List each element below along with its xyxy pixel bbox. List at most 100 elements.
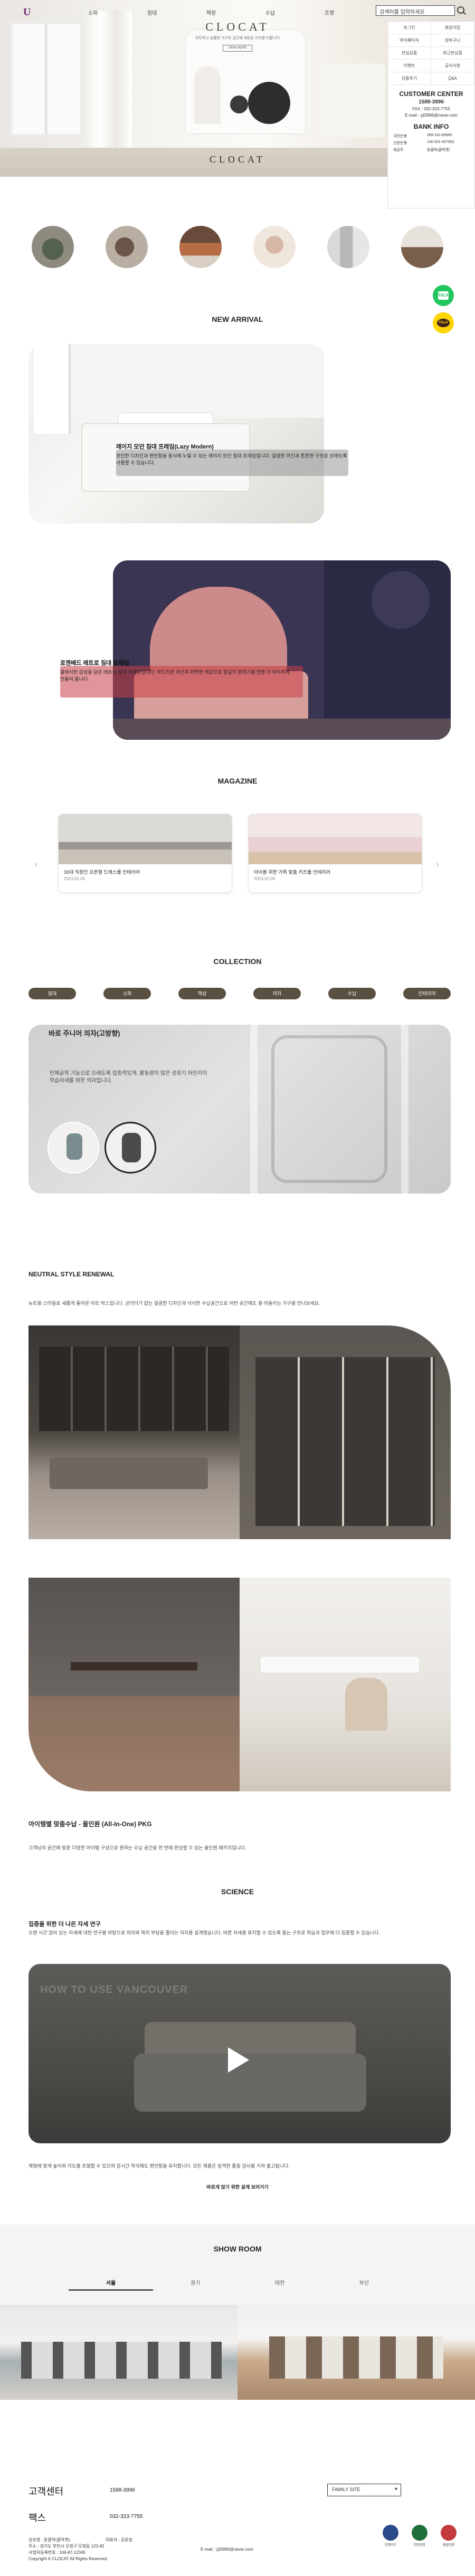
footer-address: 주소 : 경기도 부천시 오정구 오정동 123-45 <box>28 2544 104 2549</box>
quick-menu-item[interactable]: Q&A <box>431 72 474 85</box>
search-icon[interactable] <box>457 6 464 14</box>
collection-tab[interactable]: 소파 <box>103 988 151 999</box>
family-site-select[interactable]: FAMILY SITE <box>327 2484 401 2496</box>
category-circle-bed[interactable] <box>179 226 222 268</box>
science-title: SCIENCE <box>221 1887 254 1896</box>
nav-item[interactable]: 침대 <box>122 8 182 16</box>
collection-thumbnail[interactable] <box>48 1122 99 1173</box>
showroom-image <box>0 2305 238 2400</box>
category-circle-storage[interactable] <box>327 226 369 268</box>
collection-tabs: 침대 소파 책상 의자 수납 인테리어 <box>28 988 451 999</box>
category-circle-sofa[interactable] <box>32 226 74 268</box>
magazine-card-date: 2023.02.09 <box>64 876 86 881</box>
science-desc: 오랜 시간 앉아 있는 자세에 대한 연구를 바탕으로 허리와 목의 부담을 줄… <box>28 1930 381 1935</box>
collection-tab[interactable]: 책상 <box>178 988 226 999</box>
showroom-title: SHOW ROOM <box>213 2245 262 2253</box>
showroom-tab[interactable]: 경기 <box>153 2278 238 2291</box>
showroom-tab[interactable]: 대전 <box>238 2278 322 2291</box>
quick-menu-item[interactable]: 상품후기 <box>388 72 431 85</box>
talk-chat-button[interactable]: TALK <box>433 285 454 306</box>
side-quick-panel: 로그인 회원가입 마이페이지 장바구니 관심상품 최근본상품 이벤트 공지사항 … <box>387 21 475 208</box>
quick-menu-item[interactable]: 장바구니 <box>431 34 474 47</box>
science-link[interactable]: 바르게 앉기 위한 설계 보러가기 <box>0 2183 475 2190</box>
footer-customer-phone: 1588-3996 <box>110 2487 135 2493</box>
collection-panel-title: 바로 주니어 의자(고방향) <box>49 1029 120 1037</box>
new-arrival-card[interactable] <box>113 560 451 740</box>
footer-fax-label: 팩스 <box>28 2513 46 2523</box>
neutral-style-desc: 뉴트럴 스타일로 새롭게 돌아온 아트 박스입니다. 군더더기 없는 깔끔한 디… <box>28 1301 320 1306</box>
site-logo[interactable]: U <box>23 6 36 18</box>
magazine-card[interactable]: 아이를 위한 가족 맞춤 키즈룸 인테리어 2023.02.09 <box>248 814 422 893</box>
showroom-image <box>238 2305 475 2400</box>
talk-icon: TALK <box>438 291 449 300</box>
magazine-next-arrow[interactable]: › <box>436 859 439 870</box>
category-circle-lamp[interactable] <box>253 226 296 268</box>
magazine-card-title: 30대 직장인 오픈형 드레스룸 인테리어 <box>64 870 140 875</box>
new-arrival-title: NEW ARRIVAL <box>212 315 263 323</box>
category-circle-chair[interactable] <box>106 226 148 268</box>
arrival-title: 레이지 모던 침대 프레임(Lazy Modern) <box>116 444 214 450</box>
collection-panel-desc: 인체공학 기능으로 오래도록 집중력있게, 활동량이 많은 성장기 어린이의 학… <box>50 1071 207 1084</box>
search-input[interactable]: 검색어를 입력하세요 <box>376 5 455 16</box>
bank-row: 예금주 윤클락(클락캣) <box>393 148 450 152</box>
customer-center-title: CUSTOMER CENTER <box>399 90 463 98</box>
arrival-desc: 클래식한 감성을 담은 레트로 침대 프레임입니다. 부드러운 곡선과 따뜻한 … <box>60 670 290 682</box>
quick-menu-item[interactable]: 관심상품 <box>388 47 431 60</box>
cert-label: 인증마크 <box>384 2544 397 2547</box>
showroom-tab[interactable]: 서울 <box>69 2278 153 2291</box>
collection-tab[interactable]: 인테리어 <box>403 988 451 999</box>
cert-label: 품질인증 <box>442 2544 455 2547</box>
neutral-style-title: NEUTRAL STYLE RENEWAL <box>28 1271 115 1278</box>
science-video[interactable]: HOW TO USE VANCOUVER <box>28 1964 451 2143</box>
cert-badge-icon <box>383 2525 398 2541</box>
footer-biz-number: 사업자등록번호 : 106-87-12345 <box>28 2550 86 2555</box>
quick-menu-item[interactable]: 이벤트 <box>388 60 431 72</box>
nav-item[interactable]: 조명 <box>300 8 359 16</box>
play-icon[interactable] <box>228 2047 249 2073</box>
collection-panel: 바로 주니어 의자(고방향) 인체공학 기능으로 오래도록 집중력있게, 활동량… <box>28 1025 451 1194</box>
package-image <box>28 1578 240 1791</box>
quick-menu-item[interactable]: 최근본상품 <box>431 47 474 60</box>
magazine-prev-arrow[interactable]: ‹ <box>35 859 38 870</box>
nav-item[interactable]: 책장 <box>182 8 241 16</box>
package-image <box>240 1578 451 1791</box>
magazine-image <box>249 814 422 864</box>
magazine-card-title: 아이를 위한 가족 맞춤 키즈룸 인테리어 <box>254 870 330 875</box>
nav-item[interactable]: 소파 <box>63 8 122 16</box>
footer-email: E-mail : yjl3996@naver.com <box>201 2547 253 2552</box>
category-circle-interior[interactable] <box>401 226 443 268</box>
showroom-tab[interactable]: 부산 <box>322 2278 406 2291</box>
bank-row: 국민은행 289-102-83965 <box>393 133 452 138</box>
footer-fax-number: 032-323-7755 <box>110 2514 143 2520</box>
main-nav: 소파 침대 책장 수납 조명 <box>63 8 359 16</box>
quick-menu-item[interactable]: 공지사항 <box>431 60 474 72</box>
package-desc: 고객님의 공간에 맞춘 다양한 아이템 구성으로 원하는 수납 공간을 한 번에… <box>28 1845 246 1850</box>
quick-menu-item[interactable]: 로그인 <box>388 22 431 34</box>
bank-row: 신한은행 140-001-457563 <box>393 140 454 145</box>
quick-menu-item[interactable]: 회원가입 <box>431 22 474 34</box>
showroom-tabs: 서울 경기 대전 부산 <box>0 2278 475 2291</box>
collection-tab[interactable]: 침대 <box>28 988 76 999</box>
new-arrival-card[interactable] <box>28 344 324 523</box>
bank-list: 국민은행 289-102-83965 신한은행 140-001-457563 예금주… <box>393 133 469 152</box>
customer-email: E-mail : yjl3996@naver.com <box>405 113 458 118</box>
magazine-card[interactable]: 30대 직장인 오픈형 드레스룸 인테리어 2023.02.09 <box>58 814 232 893</box>
collection-tab[interactable]: 의자 <box>253 988 301 999</box>
footer-ceo: 대표자 : 김윤정 <box>106 2537 132 2542</box>
view-more-button[interactable]: VIEW MORE <box>223 45 252 52</box>
chair-illustration <box>271 1035 387 1183</box>
nav-item[interactable]: 수납 <box>241 8 300 16</box>
collection-tab[interactable]: 수납 <box>328 988 376 999</box>
footer-company: 상호명 : 윤클락(클락캣) <box>28 2537 70 2542</box>
collection-thumbnail[interactable] <box>104 1122 156 1173</box>
bank-info-title: BANK INFO <box>413 123 449 130</box>
magazine-title: MAGAZINE <box>217 777 258 785</box>
footer-copyright: Copyright © CLOCAT All Rights Reserved. <box>28 2556 108 2561</box>
neutral-style-image <box>240 1325 451 1539</box>
neutral-style-image <box>28 1325 240 1539</box>
science-footnote: 체형에 맞게 높이와 각도를 조절할 수 있으며 장시간 착석에도 편안함을 유… <box>28 2163 290 2169</box>
footer-customer-label: 고객센터 <box>28 2486 64 2497</box>
cert-label: 안전인증 <box>413 2544 426 2547</box>
science-subtitle: 집중을 위한 더 나은 자세 연구 <box>28 1921 101 1928</box>
quick-menu-item[interactable]: 마이페이지 <box>388 34 431 47</box>
